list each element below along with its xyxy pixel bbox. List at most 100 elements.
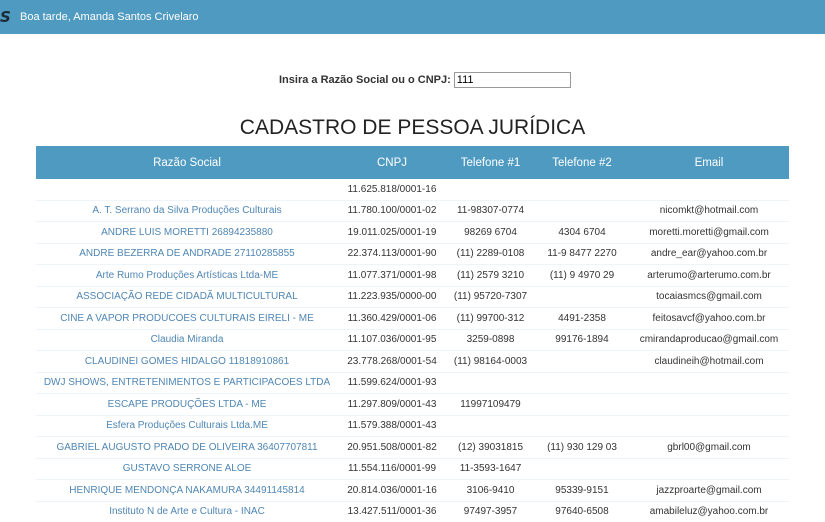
razao-social-cell[interactable]: Esfera Produções Culturais Ltda.ME [36,414,338,437]
telefone-1-cell: 3259-0898 [446,328,535,351]
razao-social-cell[interactable]: ESCAPE PRODUÇÕES LTDA - ME [36,393,338,415]
razao-social-cell[interactable] [36,179,338,200]
razao-social-cell[interactable]: ANDRE LUIS MORETTI 26894235880 [36,221,338,243]
email-cell: andre_ear@yahoo.com.br [629,242,789,265]
greeting-text: Boa tarde, Amanda Santos Crivelaro [20,11,199,23]
razao-social-cell[interactable]: CINE A VAPOR PRODUCOES CULTURAIS EIRELI … [36,307,338,329]
table-row[interactable]: Esfera Produções Culturais Ltda.ME 11.579… [36,414,789,437]
telefone-2-cell [535,285,629,308]
razao-social-cell[interactable]: ANDRE BEZERRA DE ANDRADE 27110285855 [36,242,338,265]
cnpj-cell: 11.077.371/0001-98 [338,264,446,286]
table-header-row: Razão Social CNPJ Telefone #1 Telefone #… [36,146,789,179]
page-title: CADASTRO DE PESSOA JURÍDICA [239,116,586,139]
email-cell: amabileluz@yahoo.com.br [629,500,789,522]
telefone-1-cell: 97497-3957 [446,500,535,522]
telefone-2-cell [535,457,629,480]
cnpj-cell: 11.223.935/0000-00 [338,285,446,308]
email-cell [629,414,789,437]
telefone-2-cell: (11) 9 4970 29 [535,264,629,286]
cnpj-cell: 11.780.100/0001-02 [338,199,446,222]
table-row[interactable]: CLAUDINEI GOMES HIDALGO 11818910861 23.77… [36,350,789,372]
search-input[interactable] [453,72,571,88]
razao-social-cell[interactable]: Instituto N de Arte e Cultura - INAC [36,500,338,522]
cnpj-cell: 23.778.268/0001-54 [338,350,446,372]
razao-social-cell[interactable]: Claudia Miranda [36,328,338,351]
telefone-1-cell: 11997109479 [446,393,535,415]
table-row[interactable]: ANDRE LUIS MORETTI 26894235880 19.011.025… [36,221,789,243]
table-row[interactable]: 11.625.818/0001-16 [36,179,789,200]
telefone-1-cell [446,371,535,394]
column-header-telefone-1[interactable]: Telefone #1 [446,146,535,179]
email-cell: claudineih@hotmail.com [629,350,789,372]
cnpj-cell: 11.579.388/0001-43 [338,414,446,437]
table-body: 11.625.818/0001-16 A. T. Serrano da Silva… [36,179,789,522]
cnpj-cell: 11.360.429/0001-06 [338,307,446,329]
telefone-2-cell: 99176-1894 [535,328,629,351]
razao-social-cell[interactable]: GUSTAVO SERRONE ALOE [36,457,338,480]
telefone-1-cell: (11) 99700-312 [446,307,535,329]
telefone-1-cell: 11-3593-1647 [446,457,535,480]
razao-social-cell[interactable]: ASSOCIAÇÃO REDE CIDADÃ MULTICULTURAL [36,285,338,308]
razao-social-cell[interactable]: Arte Rumo Produções Artísticas Ltda-ME [36,264,338,286]
telefone-1-cell [446,414,535,437]
email-cell [629,457,789,480]
telefone-1-cell: (11) 95720-7307 [446,285,535,308]
cnpj-cell: 19.011.025/0001-19 [338,221,446,243]
table-row[interactable]: HENRIQUE MENDONÇA NAKAMURA 34491145814 20… [36,479,789,501]
razao-social-cell[interactable]: CLAUDINEI GOMES HIDALGO 11818910861 [36,350,338,372]
email-cell: feitosavcf@yahoo.com.br [629,307,789,329]
search-row: Insira a Razão Social ou o CNPJ: [279,72,571,88]
table-row[interactable]: GUSTAVO SERRONE ALOE 11.554.116/0001-99 11… [36,457,789,480]
email-cell: cmirandaproducao@gmail.com [629,328,789,351]
telefone-1-cell: 98269 6704 [446,221,535,243]
email-cell [629,393,789,415]
column-header-razao-social[interactable]: Razão Social [36,146,338,179]
razao-social-cell[interactable]: GABRIEL AUGUSTO PRADO DE OLIVEIRA 364077… [36,436,338,458]
email-cell: jazzproarte@gmail.com [629,479,789,501]
cnpj-cell: 11.297.809/0001-43 [338,393,446,415]
table-row[interactable]: DWJ SHOWS, ENTRETENIMENTOS E PARTICIPACO… [36,371,789,394]
cnpj-cell: 22.374.113/0001-90 [338,242,446,265]
table-row[interactable]: A. T. Serrano da Silva Produções Cultura… [36,199,789,222]
email-cell [629,371,789,394]
telefone-1-cell: (11) 98164-0003 [446,350,535,372]
cnpj-cell: 13.427.511/0001-36 [338,500,446,522]
table-row[interactable]: Instituto N de Arte e Cultura - INAC 13.4… [36,500,789,522]
telefone-2-cell [535,414,629,437]
telefone-2-cell [535,371,629,394]
table-row[interactable]: ASSOCIAÇÃO REDE CIDADÃ MULTICULTURAL 11.2… [36,285,789,308]
table-row[interactable]: Arte Rumo Produções Artísticas Ltda-ME 11… [36,264,789,286]
table-row[interactable]: Claudia Miranda 11.107.036/0001-95 3259-08… [36,328,789,351]
email-cell: tocaiasmcs@gmail.com [629,285,789,308]
razao-social-cell[interactable]: A. T. Serrano da Silva Produções Cultura… [36,199,338,222]
email-cell: gbrl00@gmail.com [629,436,789,458]
table-row[interactable]: GABRIEL AUGUSTO PRADO DE OLIVEIRA 364077… [36,436,789,458]
column-header-telefone-2[interactable]: Telefone #2 [535,146,629,179]
companies-table: Razão Social CNPJ Telefone #1 Telefone #… [36,146,789,522]
telefone-2-cell [535,199,629,222]
telefone-2-cell: 95339-9151 [535,479,629,501]
cnpj-cell: 11.599.624/0001-93 [338,371,446,394]
table-row[interactable]: ESCAPE PRODUÇÕES LTDA - ME 11.297.809/000… [36,393,789,415]
top-bar: S Boa tarde, Amanda Santos Crivelaro [0,0,825,34]
telefone-2-cell: (11) 930 129 03 [535,436,629,458]
table-row[interactable]: CINE A VAPOR PRODUCOES CULTURAIS EIRELI … [36,307,789,329]
telefone-2-cell [535,350,629,372]
cnpj-cell: 11.554.116/0001-99 [338,457,446,480]
razao-social-cell[interactable]: DWJ SHOWS, ENTRETENIMENTOS E PARTICIPACO… [36,371,338,394]
telefone-1-cell: 11-98307-0774 [446,199,535,222]
column-header-cnpj[interactable]: CNPJ [338,146,446,179]
razao-social-cell[interactable]: HENRIQUE MENDONÇA NAKAMURA 34491145814 [36,479,338,501]
telefone-2-cell: 4491-2358 [535,307,629,329]
telefone-1-cell: (11) 2289-0108 [446,242,535,265]
cnpj-cell: 11.625.818/0001-16 [347,183,437,195]
email-cell: nicomkt@hotmail.com [629,199,789,222]
telefone-2-cell [535,179,629,200]
telefone-1-cell: (11) 2579 3210 [446,264,535,286]
table-row[interactable]: ANDRE BEZERRA DE ANDRADE 27110285855 22.3… [36,242,789,265]
telefone-2-cell: 4304 6704 [535,221,629,243]
column-header-email[interactable]: Email [629,146,789,179]
telefone-1-cell [446,179,535,200]
email-cell: moretti.moretti@gmail.com [629,221,789,243]
cnpj-cell: 11.107.036/0001-95 [338,328,446,351]
